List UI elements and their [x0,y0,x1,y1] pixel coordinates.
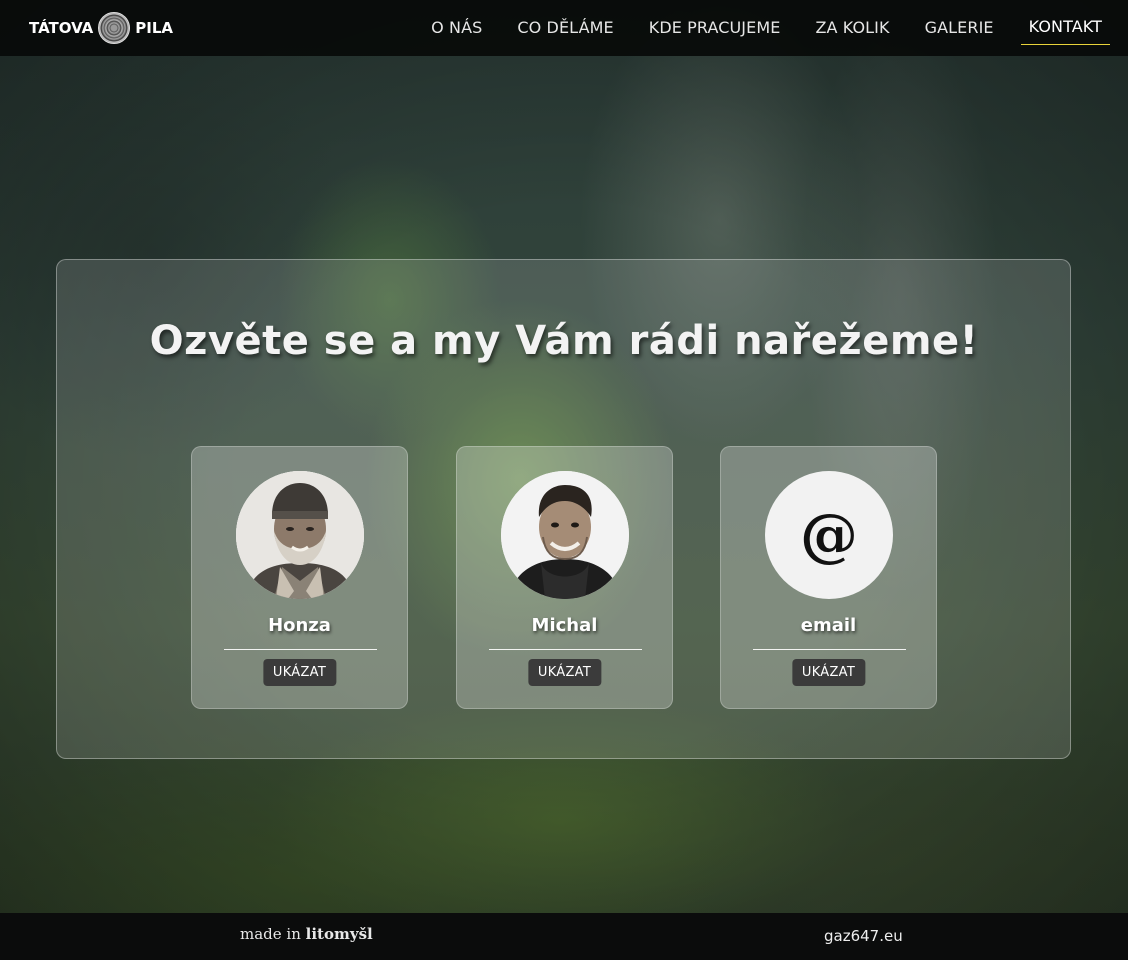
log-cross-section-icon [98,12,131,44]
footer [0,913,1128,960]
nav-item-za-kolik[interactable]: ZA KOLIK [807,12,897,45]
show-email-button[interactable]: UKÁZAT [791,659,866,686]
contact-card-honza: Honza UKÁZAT [191,446,408,709]
at-sign-icon: @ [800,501,858,569]
person-photo-honza [236,471,364,599]
show-michal-button[interactable]: UKÁZAT [527,659,602,686]
contact-card-michal: Michal UKÁZAT [456,446,673,709]
nav-item-galerie[interactable]: GALERIE [917,12,1002,45]
divider [753,649,906,650]
brand-text-left: TÁTOVA [29,19,94,37]
contact-headline: Ozvěte se a my Vám rádi nařežeme! [149,318,979,364]
contact-card-email: @ email UKÁZAT [720,446,937,709]
contact-name-michal: Michal [531,615,598,636]
divider [224,649,377,650]
nav-item-co-delame[interactable]: CO DĚLÁME [509,12,621,45]
top-navigation: TÁTOVA PILA O NÁS CO DĚLÁME KDE PRACUJEM… [0,0,1128,56]
made-in-place: litomyšl [305,925,373,943]
avatar-honza [236,471,364,599]
nav-item-o-nas[interactable]: O NÁS [423,12,490,45]
person-photo-michal [501,471,629,599]
contact-name-honza: Honza [268,615,331,636]
nav-item-kde-pracujeme[interactable]: KDE PRACUJEME [641,12,789,45]
made-in-prefix: made in [240,925,301,943]
avatar-email: @ [765,471,893,599]
avatar-michal [501,471,629,599]
brand-text-right: PILA [135,19,174,37]
show-honza-button[interactable]: UKÁZAT [262,659,337,686]
divider [489,649,642,650]
brand-logo[interactable]: TÁTOVA PILA [29,12,173,44]
author-link[interactable]: gaz647.eu [824,927,903,945]
contact-name-email: email [800,615,857,636]
main-menu: O NÁS CO DĚLÁME KDE PRACUJEME ZA KOLIK G… [404,0,1110,56]
made-in-logo: made in litomyšl [240,925,373,943]
nav-item-kontakt[interactable]: KONTAKT [1020,11,1110,45]
